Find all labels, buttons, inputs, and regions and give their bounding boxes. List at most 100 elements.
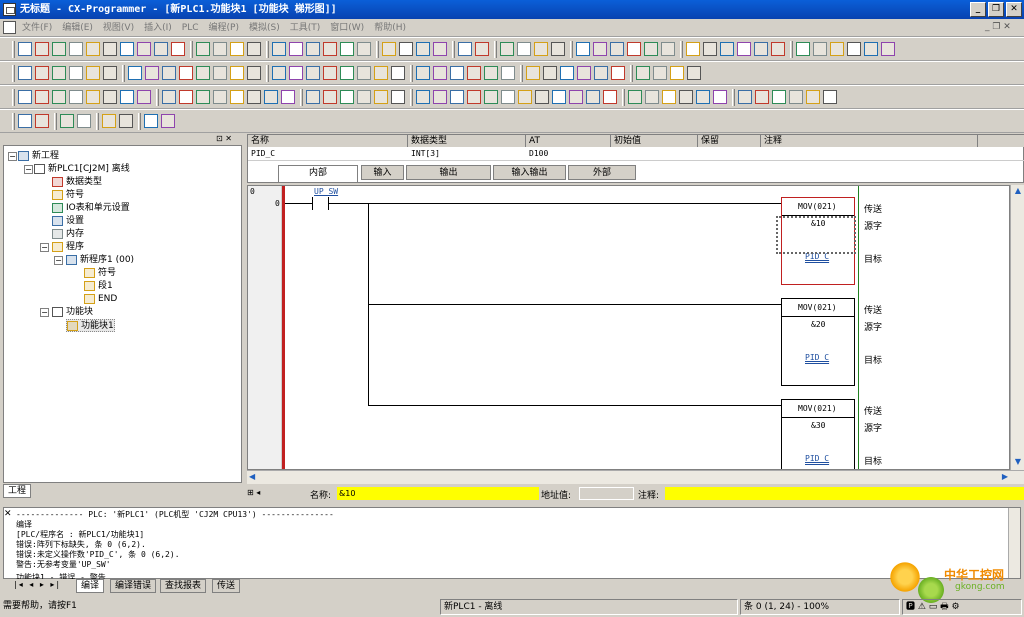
toolbar-button-icon[interactable]	[306, 66, 320, 80]
toolbar-button-icon[interactable]	[86, 42, 100, 56]
toolbar-button-icon[interactable]	[77, 114, 91, 128]
toolbar-button-icon[interactable]	[145, 66, 159, 80]
toolbar-button-icon[interactable]	[737, 42, 751, 56]
toolbar-button-icon[interactable]	[162, 90, 176, 104]
column-header[interactable]: 注释	[761, 135, 978, 147]
contact-left[interactable]	[312, 197, 313, 210]
toolbar-button-icon[interactable]	[18, 90, 32, 104]
toolbar-button-icon[interactable]	[552, 90, 566, 104]
tree-item[interactable]: 符号	[84, 267, 116, 280]
doc-icon[interactable]	[3, 21, 16, 34]
toolbar-button-icon[interactable]	[560, 66, 574, 80]
toolbar-button-icon[interactable]	[603, 90, 617, 104]
toolbar-button-icon[interactable]	[703, 42, 717, 56]
output-tab-3[interactable]: 传送	[212, 579, 241, 593]
toolbar-button-icon[interactable]	[374, 90, 388, 104]
toolbar-button-icon[interactable]	[120, 90, 134, 104]
output-scrollbar[interactable]	[1008, 508, 1020, 578]
tree-item[interactable]: 段1	[84, 280, 113, 293]
menu-item-6[interactable]: 模拟(S)	[249, 19, 280, 37]
toolbar-button-icon[interactable]	[247, 42, 261, 56]
tree-item[interactable]: 功能块1	[66, 319, 115, 332]
contact-operand[interactable]: UP_SW	[314, 187, 338, 196]
var-tab-3[interactable]: 输入输出	[493, 165, 566, 180]
toolbar-button-icon[interactable]	[137, 42, 151, 56]
output-tab-0[interactable]: 编译	[76, 579, 105, 593]
toolbar-button-icon[interactable]	[433, 90, 447, 104]
toolbar-button-icon[interactable]	[636, 66, 650, 80]
toolbar-button-icon[interactable]	[653, 66, 667, 80]
toolbar-button-icon[interactable]	[484, 66, 498, 80]
toolbar-button-icon[interactable]	[86, 90, 100, 104]
toolbar-button-icon[interactable]	[119, 114, 133, 128]
toolbar-button-icon[interactable]	[670, 66, 684, 80]
toolbar-button-icon[interactable]	[357, 66, 371, 80]
toolbar-button-icon[interactable]	[144, 114, 158, 128]
toolbar-button-icon[interactable]	[52, 90, 66, 104]
column-header[interactable]: 名称	[248, 135, 408, 147]
menu-item-2[interactable]: 视图(V)	[103, 19, 134, 37]
horizontal-scrollbar[interactable]: ◀ ▶	[247, 470, 1024, 484]
menu-item-7[interactable]: 工具(T)	[290, 19, 321, 37]
split-icon[interactable]: ⊞ ◂	[247, 488, 260, 497]
toolbar-button-icon[interactable]	[357, 42, 371, 56]
close-button[interactable]: ✕	[1006, 2, 1022, 17]
toolbar-button-icon[interactable]	[179, 66, 193, 80]
tree-item[interactable]: 设置	[52, 215, 84, 228]
toolbar-button-icon[interactable]	[627, 42, 641, 56]
output-tab-2[interactable]: 查找报表	[160, 579, 207, 593]
tree-item[interactable]: 新程序1 (00)	[66, 254, 134, 267]
toolbar-button-icon[interactable]	[679, 90, 693, 104]
toolbar-button-icon[interactable]	[18, 114, 32, 128]
toolbar-button-icon[interactable]	[543, 66, 557, 80]
toolbar-button-icon[interactable]	[433, 66, 447, 80]
toolbar-button-icon[interactable]	[501, 66, 515, 80]
toolbar-button-icon[interactable]	[416, 90, 430, 104]
toolbar-button-icon[interactable]	[416, 66, 430, 80]
toolbar-button-icon[interactable]	[102, 114, 116, 128]
toolbar-button-icon[interactable]	[103, 42, 117, 56]
toolbar-button-icon[interactable]	[755, 90, 769, 104]
toolbar-button-icon[interactable]	[35, 90, 49, 104]
toolbar-button-icon[interactable]	[213, 42, 227, 56]
toolbar-button-icon[interactable]	[644, 42, 658, 56]
tree-expander-icon[interactable]: −	[40, 308, 49, 317]
toolbar-button-icon[interactable]	[881, 42, 895, 56]
toolbar-button-icon[interactable]	[340, 42, 354, 56]
toolbar-button-icon[interactable]	[323, 90, 337, 104]
var-tab-4[interactable]: 外部	[568, 165, 636, 180]
mdi-controls-icon[interactable]: _ ❐ ✕	[985, 22, 1011, 32]
column-header[interactable]: 保留	[698, 135, 761, 147]
toolbar-button-icon[interactable]	[69, 90, 83, 104]
toolbar-button-icon[interactable]	[340, 66, 354, 80]
toolbar-button-icon[interactable]	[306, 90, 320, 104]
toolbar-button-icon[interactable]	[161, 114, 175, 128]
toolbar-button-icon[interactable]	[18, 42, 32, 56]
source-operand[interactable]: &20	[811, 320, 825, 329]
tree-expander-icon[interactable]: −	[24, 165, 33, 174]
toolbar-button-icon[interactable]	[713, 90, 727, 104]
column-header[interactable]: AT	[526, 135, 611, 147]
toolbar-button-icon[interactable]	[696, 90, 710, 104]
output-nav-icon[interactable]: |◂ ◂ ▸ ▸|	[14, 580, 61, 589]
toolbar-button-icon[interactable]	[196, 90, 210, 104]
toolbar-button-icon[interactable]	[264, 90, 278, 104]
tree-item[interactable]: 程序	[52, 241, 84, 254]
toolbar-button-icon[interactable]	[171, 42, 185, 56]
toolbar-button-icon[interactable]	[628, 90, 642, 104]
toolbar-button-icon[interactable]	[645, 90, 659, 104]
minimize-button[interactable]: _	[970, 2, 986, 17]
status-tray-icon[interactable]: 🅿 ⚠ ▭ 🖶 ⚙	[906, 602, 960, 612]
toolbar-button-icon[interactable]	[467, 90, 481, 104]
toolbar-button-icon[interactable]	[475, 42, 489, 56]
toolbar-button-icon[interactable]	[535, 90, 549, 104]
source-operand[interactable]: &30	[811, 421, 825, 430]
toolbar-button-icon[interactable]	[500, 42, 514, 56]
toolbar-button-icon[interactable]	[391, 90, 405, 104]
toolbar-button-icon[interactable]	[517, 42, 531, 56]
toolbar-button-icon[interactable]	[501, 90, 515, 104]
toolbar-button-icon[interactable]	[518, 90, 532, 104]
column-header[interactable]: 数据类型	[408, 135, 526, 147]
toolbar-button-icon[interactable]	[577, 66, 591, 80]
menu-item-9[interactable]: 帮助(H)	[374, 19, 406, 37]
